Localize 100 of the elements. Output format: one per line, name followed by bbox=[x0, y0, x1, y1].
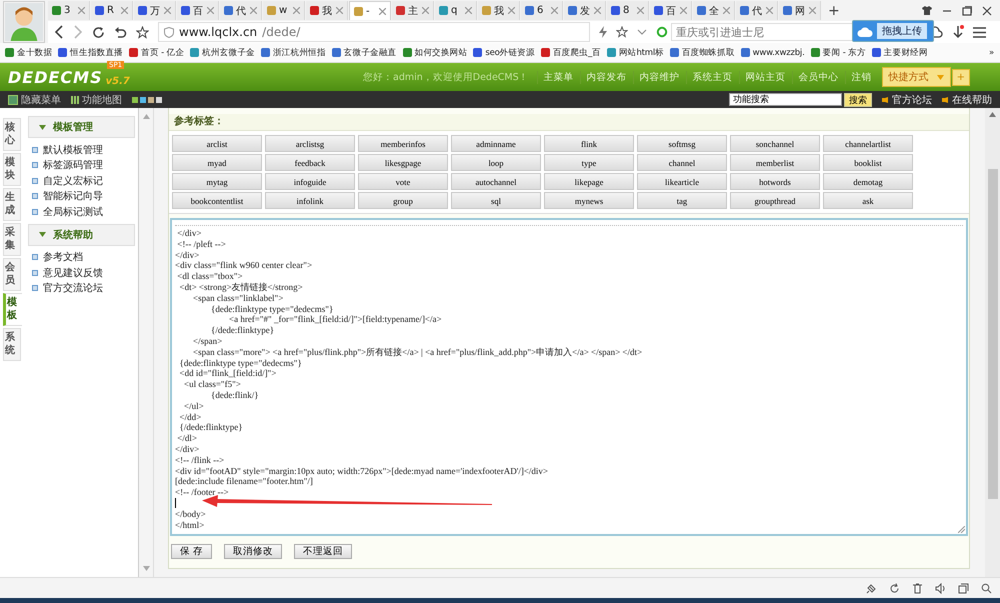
scrollbar-thumb[interactable] bbox=[988, 169, 998, 499]
browser-tab[interactable]: - bbox=[349, 1, 391, 20]
upload-popup[interactable]: 拖拽上传 bbox=[852, 20, 934, 42]
browser-tab[interactable]: 网 bbox=[779, 1, 821, 20]
form-button[interactable]: 不理返回 bbox=[294, 544, 352, 559]
theme-swatches[interactable] bbox=[132, 96, 162, 102]
side-tab[interactable]: 系统 bbox=[3, 328, 21, 361]
bookmark[interactable]: seo外链资源 bbox=[473, 46, 535, 58]
shield-icon[interactable] bbox=[164, 26, 174, 38]
bookmark[interactable]: 如何交换网站 bbox=[402, 46, 468, 58]
scroll-up-icon[interactable] bbox=[142, 114, 150, 119]
tag-button[interactable]: autochannel bbox=[451, 173, 541, 190]
star-icon[interactable] bbox=[136, 26, 149, 38]
browser-tab[interactable]: 代 bbox=[220, 1, 262, 20]
lightning-icon[interactable] bbox=[599, 26, 607, 38]
tag-button[interactable]: arclist bbox=[172, 135, 262, 152]
menu-item[interactable]: 智能标记向导 bbox=[32, 188, 138, 204]
browser-tab[interactable]: 我 bbox=[306, 1, 348, 20]
tag-button[interactable]: memberinfos bbox=[358, 135, 448, 152]
star-icon[interactable] bbox=[616, 26, 628, 38]
browser-tab[interactable]: 发 bbox=[564, 1, 606, 20]
shortcut-menu[interactable]: 快捷方式 bbox=[882, 67, 951, 87]
section-header[interactable]: 模板管理 bbox=[28, 116, 135, 138]
menu-item[interactable]: 意见建议反馈 bbox=[32, 265, 138, 280]
tag-button[interactable]: likepage bbox=[544, 173, 634, 190]
scroll-down-icon[interactable] bbox=[142, 566, 150, 571]
window-icon[interactable] bbox=[958, 582, 969, 594]
shirt-icon[interactable] bbox=[922, 6, 932, 15]
tag-button[interactable]: demotag bbox=[823, 173, 913, 190]
browser-tab[interactable]: 6 bbox=[521, 1, 563, 20]
resize-handle[interactable] bbox=[958, 526, 965, 533]
browser-tab[interactable]: q bbox=[435, 1, 477, 20]
search-button[interactable]: 搜索 bbox=[844, 92, 872, 106]
section-header[interactable]: 系统帮助 bbox=[28, 224, 135, 246]
download-icon[interactable] bbox=[952, 25, 964, 39]
tag-button[interactable]: likearticle bbox=[637, 173, 727, 190]
toolbar-link[interactable]: 官方论坛 bbox=[882, 92, 932, 106]
speaker-icon[interactable] bbox=[935, 582, 946, 594]
browser-tab[interactable]: 8 bbox=[607, 1, 649, 20]
reload-icon[interactable] bbox=[92, 26, 105, 38]
tag-button[interactable]: softmsg bbox=[637, 135, 727, 152]
tag-button[interactable]: channel bbox=[637, 154, 727, 171]
bookmark[interactable]: 网站html标 bbox=[606, 46, 664, 58]
browser-tab[interactable]: 百 bbox=[177, 1, 219, 20]
browser-tab[interactable]: 主 bbox=[392, 1, 434, 20]
side-tab[interactable]: 核心 bbox=[3, 118, 21, 151]
menu-item[interactable]: 全局标记测试 bbox=[32, 204, 138, 220]
close-icon[interactable] bbox=[982, 6, 992, 16]
bookmark[interactable]: 恒生指数直播 bbox=[58, 46, 124, 58]
tag-button[interactable]: mynews bbox=[544, 192, 634, 209]
bookmark[interactable]: 杭州玄微子金 bbox=[190, 46, 255, 58]
search-icon[interactable] bbox=[656, 26, 668, 38]
back-icon[interactable] bbox=[54, 25, 64, 39]
tag-button[interactable]: channelartlist bbox=[823, 135, 913, 152]
toolbar-item[interactable]: 功能地图 bbox=[71, 92, 122, 106]
undo-icon[interactable] bbox=[114, 26, 127, 38]
bookmark[interactable]: 主要财经网 bbox=[872, 46, 928, 58]
browser-tab[interactable]: 百 bbox=[650, 1, 692, 20]
side-tab[interactable]: 模板 bbox=[3, 293, 23, 326]
browser-tab[interactable]: 我 bbox=[478, 1, 520, 20]
forward-icon[interactable] bbox=[73, 25, 83, 39]
side-tab[interactable]: 模块 bbox=[3, 153, 21, 186]
browser-tab[interactable]: 万 bbox=[134, 1, 176, 20]
form-button[interactable]: 保 存 bbox=[171, 544, 212, 559]
tag-button[interactable]: group bbox=[358, 192, 448, 209]
browser-tab[interactable]: 代 bbox=[736, 1, 778, 20]
menu-icon[interactable] bbox=[973, 26, 986, 38]
tag-button[interactable]: infoguide bbox=[265, 173, 355, 190]
toolbar-link[interactable]: 在线帮助 bbox=[942, 92, 992, 106]
side-tab[interactable]: 会员 bbox=[3, 258, 21, 291]
tag-button[interactable]: feedback bbox=[265, 154, 355, 171]
browser-tab[interactable]: 全 bbox=[693, 1, 735, 20]
tag-button[interactable]: likesgpage bbox=[358, 154, 448, 171]
bookmark[interactable]: 要闻 - 东方 bbox=[810, 46, 866, 58]
tag-button[interactable]: memberlist bbox=[730, 154, 820, 171]
menu-item[interactable]: 自定义宏标记 bbox=[32, 173, 138, 188]
user-avatar[interactable] bbox=[3, 1, 45, 43]
tag-button[interactable]: flink bbox=[544, 135, 634, 152]
side-tab[interactable]: 采集 bbox=[3, 223, 21, 256]
tag-button[interactable]: tag bbox=[637, 192, 727, 209]
trash-icon[interactable] bbox=[912, 582, 923, 594]
tag-button[interactable]: adminname bbox=[451, 135, 541, 152]
bookmark[interactable]: 百度蜘蛛抓取 bbox=[670, 46, 735, 58]
form-button[interactable]: 取消修改 bbox=[224, 544, 282, 559]
tag-button[interactable]: myad bbox=[172, 154, 262, 171]
more-bookmarks-button[interactable]: » bbox=[988, 48, 1000, 58]
browser-tab[interactable]: w bbox=[263, 1, 305, 20]
tag-button[interactable]: type bbox=[544, 154, 634, 171]
address-field[interactable]: www.lqclx.cn /dede/ bbox=[158, 22, 590, 42]
pin-icon[interactable] bbox=[866, 582, 877, 594]
browser-tab[interactable]: R bbox=[91, 1, 133, 20]
tag-button[interactable]: ask bbox=[823, 192, 913, 209]
tag-button[interactable]: mytag bbox=[172, 173, 262, 190]
toolbar-item[interactable]: 隐藏菜单 bbox=[8, 92, 61, 106]
bookmark[interactable]: 百度爬虫_百 bbox=[540, 46, 601, 58]
scroll-up-icon[interactable] bbox=[989, 112, 996, 117]
menu-item[interactable]: 参考文档 bbox=[32, 250, 138, 265]
tag-button[interactable]: infolink bbox=[265, 192, 355, 209]
maximize-icon[interactable] bbox=[962, 6, 972, 16]
bookmark[interactable]: 玄微子金融直 bbox=[332, 46, 397, 58]
